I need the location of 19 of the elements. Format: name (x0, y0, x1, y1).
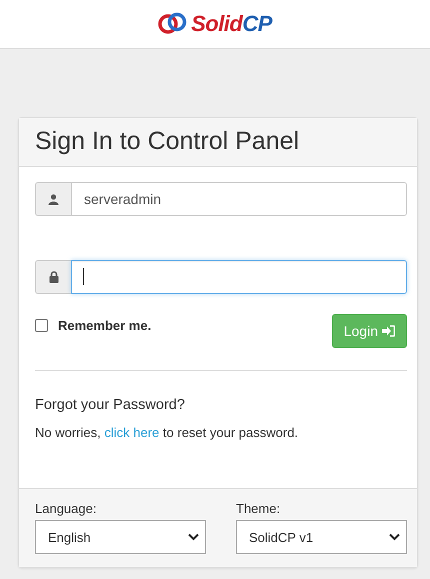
username-field[interactable]: serveradmin (71, 182, 407, 216)
panel-title: Sign In to Control Panel (35, 127, 300, 156)
logo-text: SolidCP (191, 11, 272, 37)
select-label: Language: (35, 501, 98, 516)
dropdown-select[interactable]: English (35, 520, 206, 554)
user-icon (48, 194, 59, 204)
chevron-down-icon (188, 533, 199, 541)
lock-icon (48, 271, 58, 283)
remember-label: Remember me. (58, 318, 152, 333)
sign-in-icon (382, 325, 395, 337)
logo-icon (158, 12, 188, 36)
forgot-heading: Forgot your Password? (35, 397, 186, 413)
dropdown-select[interactable]: SolidCP v1 (236, 520, 407, 554)
password-field[interactable] (71, 260, 407, 294)
text-caret (83, 268, 84, 285)
reset-instructions: No worries, click here to reset your password. (35, 425, 300, 442)
chevron-down-icon (389, 533, 400, 541)
remember-checkbox[interactable] (35, 319, 48, 332)
select-label: Theme: (236, 501, 282, 516)
